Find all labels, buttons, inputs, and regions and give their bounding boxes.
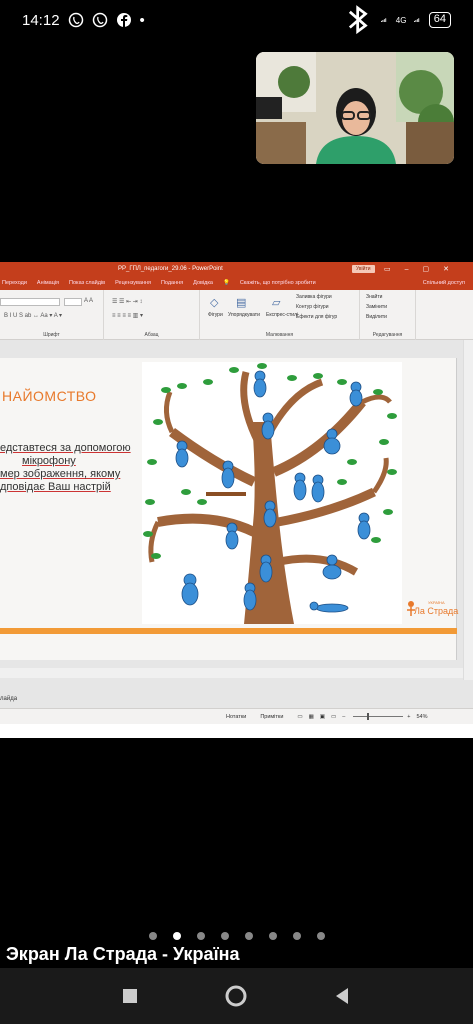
font-size-box[interactable] — [64, 298, 82, 306]
shape-outline-button[interactable]: Контур фігури — [296, 304, 328, 310]
zoom-out-icon[interactable]: – — [342, 714, 345, 720]
font-name-box[interactable] — [0, 298, 60, 306]
paragraph-group-label: Абзац — [144, 332, 159, 338]
recent-apps-icon[interactable] — [116, 982, 144, 1010]
battery-indicator: 64 — [428, 12, 451, 28]
horizontal-scrollbar[interactable] — [0, 668, 463, 678]
network-type: 4G — [395, 15, 407, 25]
align-icons[interactable]: ≡ ≡ ≡ ≡ ▥ ▾ — [112, 312, 143, 319]
viber-icon — [68, 12, 83, 28]
lightbulb-icon: 💡 — [222, 280, 230, 286]
page-dot[interactable] — [196, 932, 205, 940]
arrange-button[interactable]: Упорядкувати — [228, 312, 260, 318]
share-button[interactable]: Спільний доступ — [423, 280, 465, 286]
shapes-button[interactable]: Фігури — [208, 312, 223, 318]
quick-styles-icon[interactable]: ▱ — [272, 296, 280, 309]
slide-line-4: дповідає Ваш настрій — [0, 481, 111, 493]
participant-video-image — [256, 52, 454, 164]
zoom-level[interactable]: 54% — [416, 714, 427, 720]
logo-country: УКРАЇНА — [428, 600, 445, 605]
ribbon: A A B I U S ab ↔ Aa ▾ A ▾ Шрифт ☰ ☰ ⇤ ⇥ … — [0, 290, 473, 340]
tab-transitions[interactable]: Переходи — [2, 280, 27, 286]
screen-share-label: Экран Ла Страда - Україна — [6, 944, 240, 964]
find-button[interactable]: Знайти — [366, 294, 382, 300]
notes-button[interactable]: Нотатки — [226, 714, 246, 720]
editing-group-label: Редагування — [372, 332, 403, 338]
font-group-label: Шрифт — [43, 332, 60, 338]
slide-title: НАЙОМСТВО — [2, 388, 97, 404]
font-grow-icon[interactable]: A A — [84, 298, 93, 304]
drawing-group-label: Малювання — [265, 332, 294, 338]
vertical-scrollbar[interactable] — [463, 340, 473, 680]
tell-me-search[interactable]: Скажіть, що потрібно зробити — [240, 280, 316, 286]
slide-body: едставтеся за допомогою мікрофону мер зо… — [0, 442, 135, 494]
signin-button[interactable]: Увійти — [352, 265, 375, 273]
tab-slideshow[interactable]: Показ слайдів — [69, 280, 105, 286]
paragraph-group: ☰ ☰ ⇤ ⇥ ↕ ≡ ≡ ≡ ≡ ▥ ▾ Абзац — [104, 290, 200, 340]
tab-help[interactable]: Довідка — [193, 280, 213, 286]
tab-view[interactable]: Подання — [161, 280, 183, 286]
document-title: РР_ГПЛ_педагоги_29.06 - PowerPoint — [118, 266, 223, 272]
page-dot[interactable] — [148, 932, 157, 940]
editing-group: Знайти Замінити Виділити Редагування — [360, 290, 416, 340]
logo-name: Ла Страда — [414, 606, 459, 616]
ppt-title-bar: РР_ГПЛ_педагоги_29.06 - PowerPoint Увійт… — [0, 262, 473, 276]
shape-effects-button[interactable]: Ефекти для фігур — [296, 314, 337, 320]
participant-video[interactable] — [256, 52, 454, 164]
page-indicator — [0, 932, 473, 944]
page-dot[interactable] — [244, 932, 253, 940]
arrange-icon[interactable]: ▤ — [236, 296, 246, 309]
slide-workspace[interactable]: НАЙОМСТВО едставтеся за допомогою мікроф… — [0, 340, 473, 708]
nav-bar — [0, 968, 473, 1024]
slide-line-1: едставтеся за допомогою — [0, 442, 131, 454]
replace-button[interactable]: Замінити — [366, 304, 387, 310]
slide-canvas[interactable]: НАЙОМСТВО едставтеся за допомогою мікроф… — [0, 358, 459, 660]
shapes-icon[interactable]: ◇ — [210, 296, 218, 309]
comments-button[interactable]: Примітки — [260, 714, 283, 720]
zoom-slider[interactable] — [353, 713, 404, 720]
ribbon-tabs: Переходи Анімація Показ слайдів Рецензув… — [0, 276, 473, 290]
quick-styles-button[interactable]: Експрес-стилі — [266, 312, 298, 318]
la-strada-logo: УКРАЇНА Ла Страда — [406, 598, 459, 622]
slide-line-3: мер зображення, якому — [0, 468, 121, 480]
notification-dot: • — [139, 11, 145, 29]
list-icons[interactable]: ☰ ☰ ⇤ ⇥ ↕ — [112, 298, 142, 305]
signal-icon — [381, 18, 387, 23]
page-dot[interactable] — [172, 932, 181, 940]
ppt-status-bar: Нотатки Примітки ▭▦▣▭ – + 54% — [0, 708, 473, 724]
tab-animation[interactable]: Анімація — [37, 280, 59, 286]
shared-screen[interactable]: РР_ГПЛ_педагоги_29.06 - PowerPoint Увійт… — [0, 262, 473, 738]
slide-line-2: мікрофону — [22, 455, 76, 467]
page-dot[interactable] — [268, 932, 277, 940]
drawing-group: ◇ Фігури ▤ Упорядкувати ▱ Експрес-стилі … — [200, 290, 360, 340]
zoom-in-icon[interactable]: + — [407, 714, 410, 720]
page-dot[interactable] — [292, 932, 301, 940]
view-buttons[interactable]: ▭▦▣▭ — [297, 714, 342, 720]
viber-icon — [92, 12, 107, 28]
font-group: A A B I U S ab ↔ Aa ▾ A ▾ Шрифт — [0, 290, 104, 340]
slide-counter: лайда — [0, 696, 18, 702]
window-controls[interactable]: ▭–▢✕ — [384, 265, 463, 273]
font-format-icons[interactable]: B I U S ab ↔ Aa ▾ A ▾ — [4, 312, 62, 319]
blob-tree-image — [142, 362, 402, 624]
page-dot[interactable] — [220, 932, 229, 940]
facebook-icon — [116, 13, 131, 27]
slide-footer-bar — [0, 628, 457, 634]
signal-icon — [414, 18, 420, 23]
select-button[interactable]: Виділити — [366, 314, 387, 320]
tab-review[interactable]: Рецензування — [115, 280, 151, 286]
status-bar: 14:12 • 4G 64 — [0, 0, 473, 40]
page-dot[interactable] — [316, 932, 325, 940]
bluetooth-icon — [349, 5, 368, 35]
back-icon[interactable] — [328, 982, 356, 1010]
home-icon[interactable] — [222, 982, 250, 1010]
shape-fill-button[interactable]: Заливка фігури — [296, 294, 332, 300]
clock: 14:12 — [22, 11, 60, 29]
